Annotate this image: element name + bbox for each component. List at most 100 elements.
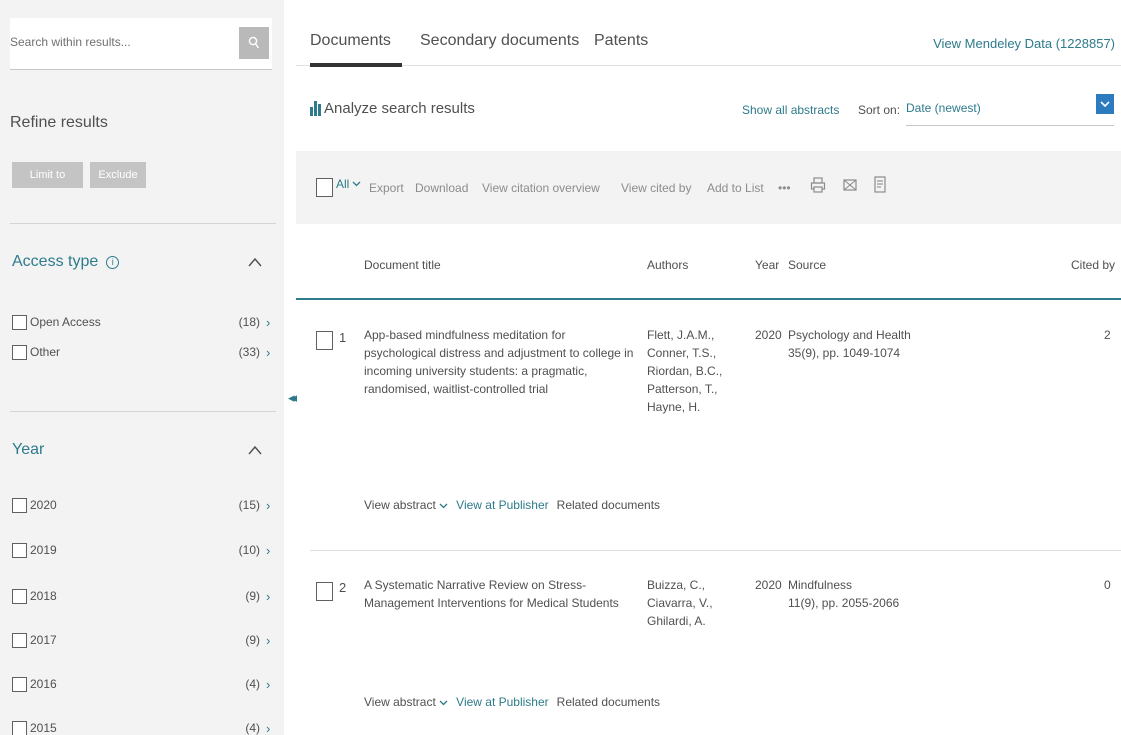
- results-toolbar: All Export Download View citation overvi…: [296, 151, 1121, 224]
- cited-by-count[interactable]: 0: [1104, 576, 1111, 594]
- analyze-label: Analyze search results: [324, 100, 475, 117]
- refine-sidebar: Refine results Limit to Exclude Access t…: [0, 0, 284, 735]
- facet-year-2016[interactable]: 2016 (4) ›: [12, 673, 274, 695]
- facet-year-2017[interactable]: 2017 (9) ›: [12, 629, 274, 651]
- facet-label: Open Access: [30, 315, 101, 329]
- column-year[interactable]: Year: [755, 258, 779, 272]
- tab-documents[interactable]: Documents: [310, 32, 391, 50]
- select-all-checkbox[interactable]: [316, 178, 333, 197]
- source-detail: 35(9), pp. 1049-1074: [788, 346, 901, 360]
- row-checkbox[interactable]: [316, 582, 333, 601]
- exclude-button[interactable]: Exclude: [90, 162, 146, 188]
- email-icon[interactable]: [842, 175, 858, 195]
- view-mendeley-data-link[interactable]: View Mendeley Data (1228857): [933, 36, 1115, 51]
- row-actions: View abstract View at Publisher Related …: [364, 498, 660, 512]
- chevron-down-icon: [352, 181, 361, 187]
- view-abstract-button[interactable]: View abstract: [364, 695, 448, 709]
- facet-year-2015[interactable]: 2015 (4) ›: [12, 717, 274, 735]
- document-title-link[interactable]: A Systematic Narrative Review on Stress-…: [364, 576, 654, 612]
- facet-label: 2018: [30, 589, 57, 603]
- chevron-right-icon[interactable]: ›: [266, 633, 274, 648]
- search-button[interactable]: [239, 27, 269, 59]
- more-options-button[interactable]: •••: [778, 181, 791, 195]
- search-within-results: [10, 18, 272, 70]
- tab-patents[interactable]: Patents: [594, 32, 648, 50]
- checkbox[interactable]: [12, 344, 27, 360]
- chevron-right-icon[interactable]: ›: [266, 498, 274, 513]
- checkbox[interactable]: [12, 497, 27, 513]
- collapse-sidebar-icon[interactable]: ◂◂: [288, 390, 297, 406]
- checkbox[interactable]: [12, 632, 27, 648]
- show-all-abstracts-link[interactable]: Show all abstracts: [742, 103, 839, 117]
- refine-results-heading: Refine results: [10, 114, 108, 131]
- bibliography-icon[interactable]: [872, 175, 888, 195]
- active-tab-indicator: [310, 63, 402, 67]
- chevron-down-icon: [1100, 100, 1110, 107]
- sort-select[interactable]: Date (newest): [906, 94, 1114, 126]
- row-divider: [310, 550, 1121, 551]
- search-within-input[interactable]: [10, 30, 232, 54]
- select-all-dropdown[interactable]: All: [336, 177, 361, 191]
- year-heading[interactable]: Year: [12, 441, 44, 459]
- limit-to-button[interactable]: Limit to: [12, 162, 83, 188]
- checkbox[interactable]: [12, 676, 27, 692]
- view-abstract-button[interactable]: View abstract: [364, 498, 448, 512]
- sort-value: Date (newest): [906, 101, 981, 115]
- facet-open-access[interactable]: Open Access (18) ›: [12, 311, 274, 333]
- analyze-search-results[interactable]: Analyze search results: [310, 100, 475, 117]
- related-documents-link[interactable]: Related documents: [557, 498, 660, 512]
- download-button[interactable]: Download: [415, 181, 468, 195]
- add-to-list-button[interactable]: Add to List: [707, 181, 764, 195]
- document-title-link[interactable]: App-based mindfulness meditation for psy…: [364, 326, 634, 398]
- chevron-right-icon[interactable]: ›: [266, 543, 274, 558]
- print-icon[interactable]: [810, 175, 826, 195]
- view-citation-overview-button[interactable]: View citation overview: [482, 181, 600, 195]
- column-document-title[interactable]: Document title: [364, 258, 441, 272]
- related-documents-link[interactable]: Related documents: [557, 695, 660, 709]
- facet-year-2019[interactable]: 2019 (10) ›: [12, 539, 274, 561]
- search-icon: [248, 36, 260, 49]
- authors-cell[interactable]: Buizza, C., Ciavarra, V., Ghilardi, A.: [647, 576, 739, 630]
- chevron-up-icon[interactable]: [247, 443, 263, 457]
- chevron-right-icon[interactable]: ›: [266, 589, 274, 604]
- column-cited-by[interactable]: Cited by: [1071, 258, 1115, 272]
- checkbox[interactable]: [12, 314, 27, 330]
- view-at-publisher-link[interactable]: View at Publisher: [456, 695, 549, 709]
- divider: [10, 411, 276, 412]
- column-authors[interactable]: Authors: [647, 258, 688, 272]
- chevron-right-icon[interactable]: ›: [266, 677, 274, 692]
- export-button[interactable]: Export: [369, 181, 404, 195]
- facet-year-2018[interactable]: 2018 (9) ›: [12, 585, 274, 607]
- chevron-right-icon[interactable]: ›: [266, 315, 274, 330]
- checkbox[interactable]: [12, 720, 27, 735]
- info-icon[interactable]: i: [106, 255, 120, 269]
- facet-year-2020[interactable]: 2020 (15) ›: [12, 494, 274, 516]
- facet-label: 2019: [30, 543, 57, 557]
- header-rule: [296, 298, 1121, 300]
- view-at-publisher-link[interactable]: View at Publisher: [456, 498, 549, 512]
- facet-label: 2016: [30, 677, 57, 691]
- column-source[interactable]: Source: [788, 258, 826, 272]
- chevron-right-icon[interactable]: ›: [266, 721, 274, 735]
- facet-other[interactable]: Other (33) ›: [12, 341, 274, 363]
- source-name[interactable]: Mindfulness: [788, 576, 852, 594]
- sort-dropdown-button[interactable]: [1096, 94, 1114, 114]
- authors-cell[interactable]: Flett, J.A.M., Conner, T.S., Riordan, B.…: [647, 326, 739, 416]
- access-type-label: Access type: [12, 253, 99, 270]
- facet-count: (9): [245, 589, 260, 603]
- access-type-heading[interactable]: Access type i: [12, 253, 120, 271]
- chevron-up-icon[interactable]: [247, 255, 263, 269]
- checkbox[interactable]: [12, 588, 27, 604]
- source-name[interactable]: Psychology and Health: [788, 326, 911, 344]
- checkbox[interactable]: [12, 542, 27, 558]
- year-cell: 2020: [755, 578, 782, 592]
- row-checkbox[interactable]: [316, 331, 333, 350]
- tab-secondary-documents[interactable]: Secondary documents: [420, 32, 579, 50]
- row-number: 2: [339, 580, 347, 595]
- facet-count: (18): [238, 315, 260, 329]
- chevron-right-icon[interactable]: ›: [266, 345, 274, 360]
- view-cited-by-button[interactable]: View cited by: [621, 181, 691, 195]
- facet-label: 2020: [30, 498, 57, 512]
- row-number: 1: [339, 330, 347, 345]
- cited-by-count[interactable]: 2: [1104, 326, 1111, 344]
